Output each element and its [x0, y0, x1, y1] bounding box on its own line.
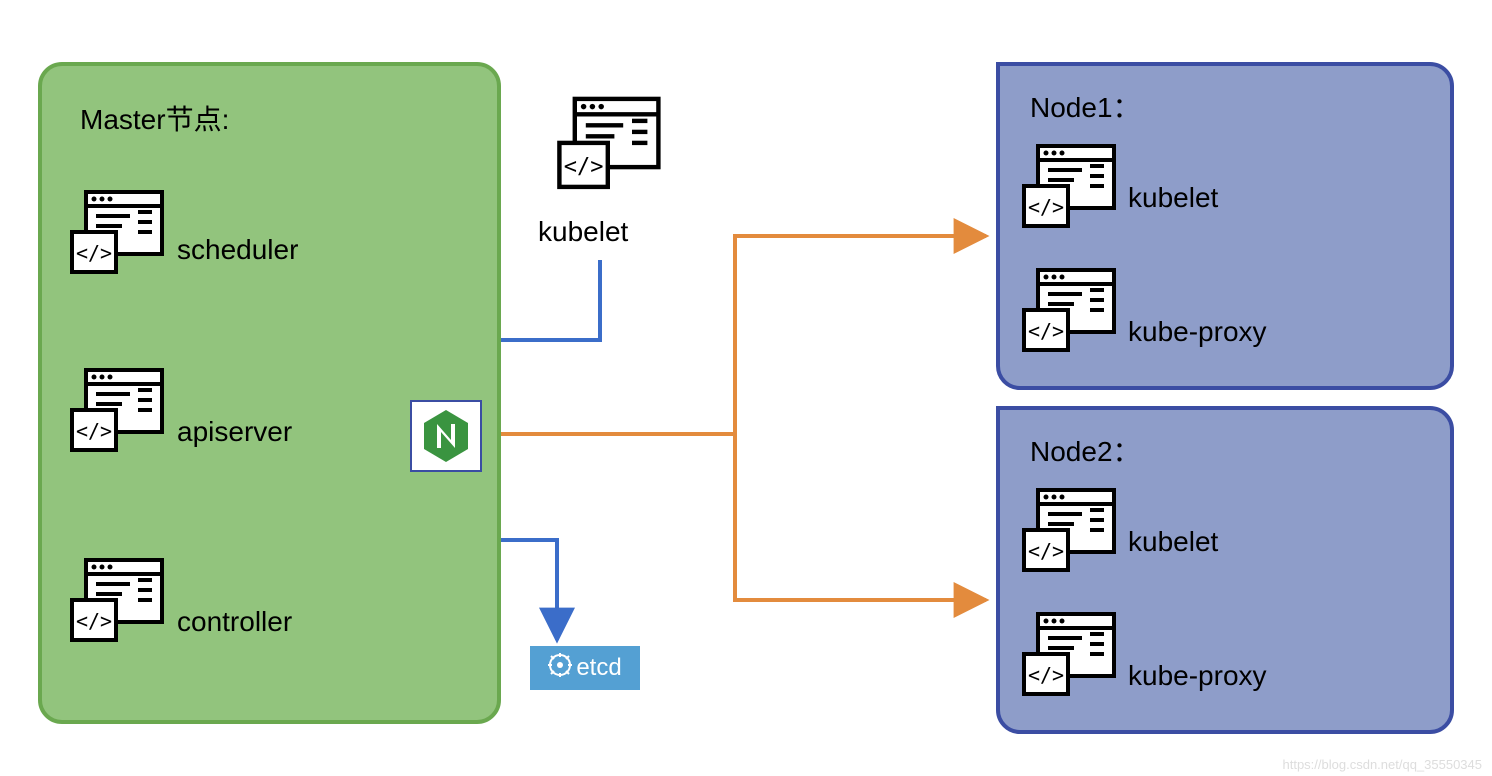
node2-title: Node2： — [1030, 430, 1141, 470]
node2-kubelet-label: kubelet — [1128, 526, 1218, 558]
node1-kubelet-label: kubelet — [1128, 182, 1218, 214]
watermark-text: https://blog.csdn.net/qq_35550345 — [1283, 757, 1483, 772]
code-window-icon: </> — [68, 188, 168, 278]
controller-component: </> — [68, 556, 168, 651]
node1-title: Node1： — [1030, 86, 1141, 126]
svg-text:</>: </> — [1028, 539, 1064, 563]
nginx-hexagon-icon — [421, 408, 471, 464]
arrow-nginx-to-node2 — [735, 434, 986, 600]
arrow-nginx-to-node1 — [484, 236, 986, 434]
center-kubelet-component: </> — [555, 94, 665, 199]
master-node-box: Master节点: </> scheduler </> — [38, 62, 501, 724]
svg-text:</>: </> — [76, 609, 112, 633]
node1-box: Node1： </> kubelet </> k — [996, 62, 1454, 390]
svg-text:</>: </> — [1028, 195, 1064, 219]
code-window-icon: </> — [1020, 486, 1120, 576]
code-window-icon: </> — [555, 94, 665, 194]
code-window-icon: </> — [1020, 266, 1120, 356]
node2-kubeproxy-label: kube-proxy — [1128, 660, 1267, 692]
code-window-icon: </> — [1020, 142, 1120, 232]
svg-text:</>: </> — [76, 419, 112, 443]
gear-icon — [548, 653, 572, 684]
svg-text:</>: </> — [564, 155, 604, 180]
code-window-icon: </> — [68, 556, 168, 646]
node1-kubeproxy-label: kube-proxy — [1128, 316, 1267, 348]
code-window-icon: </> — [1020, 610, 1120, 700]
node2-kubelet-component: </> — [1020, 486, 1120, 581]
svg-text:</>: </> — [1028, 319, 1064, 343]
center-kubelet-label: kubelet — [538, 216, 628, 248]
etcd-label: etcd — [576, 654, 621, 682]
code-window-icon: </> — [68, 366, 168, 456]
apiserver-component: </> — [68, 366, 168, 461]
svg-text:</>: </> — [1028, 663, 1064, 687]
nginx-box — [410, 400, 482, 472]
node1-kubelet-component: </> — [1020, 142, 1120, 237]
node1-kubeproxy-component: </> — [1020, 266, 1120, 361]
scheduler-component: </> — [68, 188, 168, 283]
node2-kubeproxy-component: </> — [1020, 610, 1120, 705]
node2-box: Node2： </> kubelet </> k — [996, 406, 1454, 734]
scheduler-label: scheduler — [177, 234, 298, 266]
controller-label: controller — [177, 606, 292, 638]
master-title: Master节点: — [80, 98, 229, 138]
apiserver-label: apiserver — [177, 416, 292, 448]
etcd-box: etcd — [530, 646, 640, 690]
svg-text:</>: </> — [76, 241, 112, 265]
